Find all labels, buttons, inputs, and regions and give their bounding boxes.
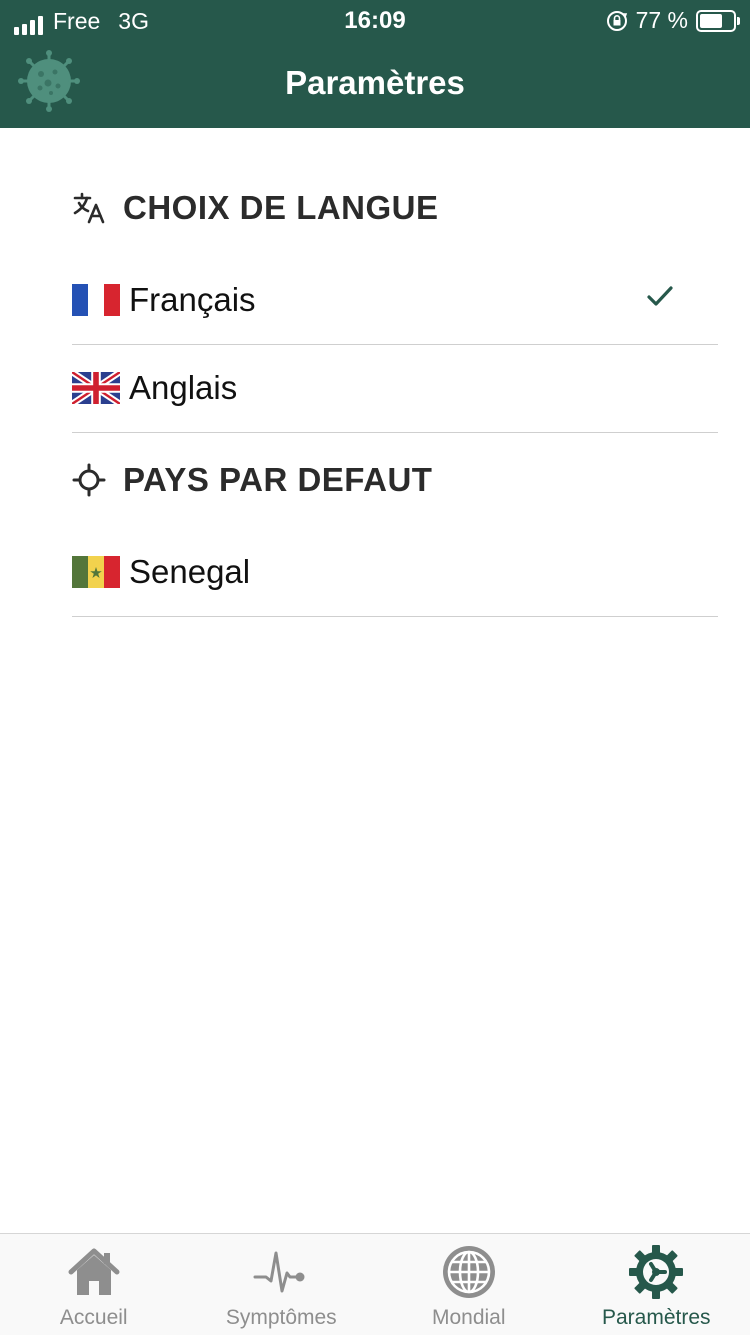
orientation-lock-icon — [606, 10, 628, 32]
page-title: Paramètres — [0, 64, 750, 102]
gear-icon — [627, 1243, 685, 1301]
battery-icon — [696, 10, 736, 32]
language-section-title: CHOIX DE LANGUE — [123, 189, 439, 227]
country-option-senegal[interactable]: Senegal — [72, 528, 718, 617]
globe-icon — [440, 1243, 498, 1301]
tab-label: Symptômes — [188, 1306, 376, 1330]
translate-icon — [72, 191, 106, 225]
tab-label: Accueil — [0, 1306, 188, 1330]
tab-bar: Accueil Symptômes Mondial — [0, 1233, 750, 1335]
app-header: Free 3G 16:09 77 % — [0, 0, 750, 128]
tab-label: Mondial — [375, 1306, 563, 1330]
nav-bar: Paramètres — [0, 40, 750, 128]
language-option-anglais[interactable]: Anglais — [72, 344, 718, 433]
tab-label: Paramètres — [563, 1306, 750, 1330]
language-section-header: CHOIX DE LANGUE — [72, 189, 439, 227]
checkmark-icon — [646, 282, 674, 310]
tab-symptomes[interactable]: Symptômes — [188, 1234, 376, 1335]
status-right: 77 % — [606, 7, 736, 34]
battery-percent: 77 % — [636, 7, 688, 34]
country-section-title: PAYS PAR DEFAUT — [123, 461, 432, 499]
language-option-francais[interactable]: Français — [72, 256, 718, 345]
pulse-icon — [252, 1243, 310, 1301]
tab-mondial[interactable]: Mondial — [375, 1234, 563, 1335]
france-flag-icon — [72, 284, 120, 316]
uk-flag-icon — [72, 372, 120, 404]
tab-accueil[interactable]: Accueil — [0, 1234, 188, 1335]
home-icon — [65, 1243, 123, 1301]
tab-parametres[interactable]: Paramètres — [563, 1234, 750, 1335]
language-option-label: Français — [129, 281, 256, 319]
location-crosshair-icon — [72, 463, 106, 497]
status-bar: Free 3G 16:09 77 % — [0, 0, 750, 40]
country-option-label: Senegal — [129, 553, 250, 591]
language-option-label: Anglais — [129, 369, 237, 407]
country-section-header: PAYS PAR DEFAUT — [72, 461, 432, 499]
senegal-flag-icon — [72, 556, 120, 588]
